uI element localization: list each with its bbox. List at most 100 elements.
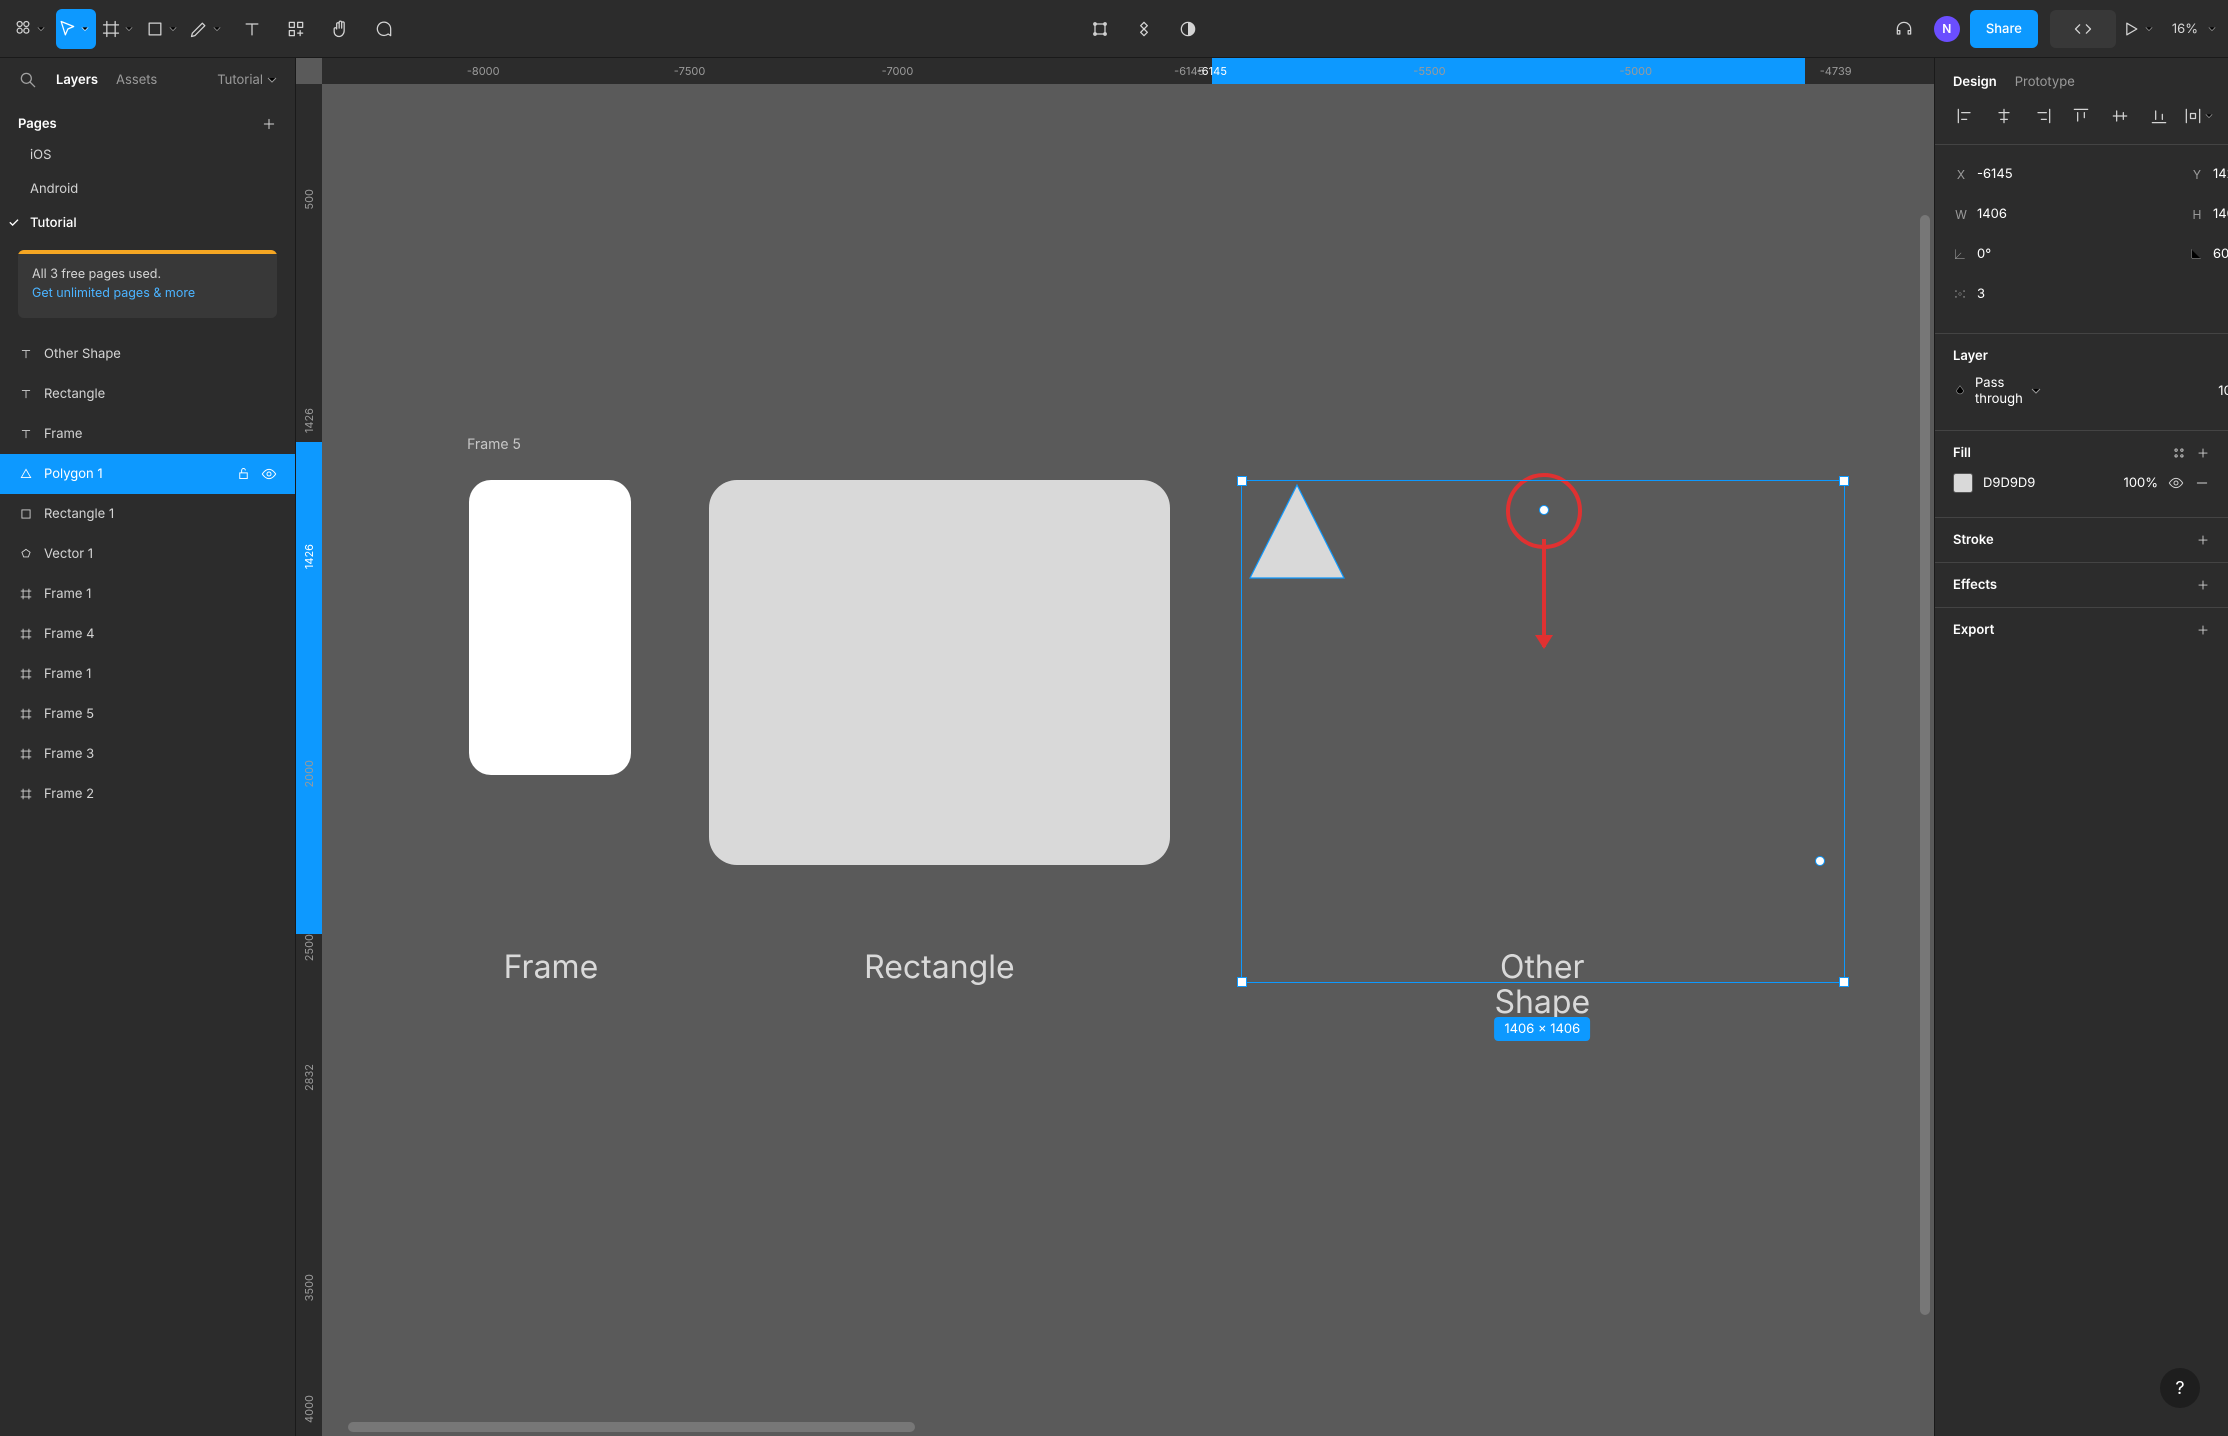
layer-row[interactable]: Frame 3 xyxy=(0,734,295,774)
align-top-button[interactable] xyxy=(2065,102,2097,130)
selection-handle[interactable] xyxy=(1839,476,1849,486)
scrollbar-vertical[interactable] xyxy=(1920,110,1930,1420)
distribute-button[interactable] xyxy=(2182,102,2214,130)
chevron-down-icon xyxy=(2031,386,2041,396)
caption-text: Shape xyxy=(1494,982,1590,1021)
polygon-sides-icon xyxy=(1953,287,1967,301)
layer-row[interactable]: Other Shape xyxy=(0,334,295,374)
layer-row[interactable]: Frame 1 xyxy=(0,654,295,694)
layer-row[interactable]: Frame 1 xyxy=(0,574,295,614)
selection-handle[interactable] xyxy=(1839,977,1849,987)
canvas-caption-rectangle[interactable]: Rectangle xyxy=(864,949,1015,984)
scrollbar-thumb[interactable] xyxy=(348,1422,915,1432)
avatar[interactable]: N xyxy=(1934,16,1960,42)
y-input[interactable] xyxy=(2213,166,2228,182)
fill-color-chip[interactable] xyxy=(1953,473,1973,493)
pen-tool-button[interactable] xyxy=(188,9,228,49)
plus-icon[interactable] xyxy=(2196,623,2210,637)
search-icon[interactable] xyxy=(18,70,38,90)
layer-opacity-input[interactable] xyxy=(2051,383,2228,399)
voice-button[interactable] xyxy=(1884,9,1924,49)
shape-tool-button[interactable] xyxy=(144,9,184,49)
layer-row[interactable]: Polygon 1 xyxy=(0,454,295,494)
layer-row[interactable]: Frame 2 xyxy=(0,774,295,814)
tab-assets[interactable]: Assets xyxy=(116,72,157,88)
layer-name: Frame 1 xyxy=(44,666,91,682)
ruler-selection xyxy=(1212,58,1805,84)
selection-handle[interactable] xyxy=(1237,977,1247,987)
add-page-icon[interactable] xyxy=(261,116,277,132)
scrollbar-thumb[interactable] xyxy=(1920,215,1930,1315)
align-selection-button[interactable] xyxy=(1080,9,1120,49)
share-button[interactable]: Share xyxy=(1970,10,2038,48)
eye-icon[interactable] xyxy=(2168,475,2184,491)
dev-mode-toggle[interactable] xyxy=(2050,10,2116,48)
fill-section-title: Fill xyxy=(1953,445,1971,461)
frame-tool-button[interactable] xyxy=(100,9,140,49)
eye-icon[interactable] xyxy=(261,466,277,482)
resources-button[interactable] xyxy=(276,9,316,49)
align-left-button[interactable] xyxy=(1949,102,1981,130)
layer-row[interactable]: Frame 4 xyxy=(0,614,295,654)
move-tool-button[interactable] xyxy=(56,9,96,49)
caption-text: Other xyxy=(1500,947,1585,986)
styles-icon[interactable] xyxy=(2172,446,2186,460)
radius-input[interactable] xyxy=(2213,246,2228,262)
hand-tool-button[interactable] xyxy=(320,9,360,49)
selection-handle[interactable] xyxy=(1237,476,1247,486)
layer-row[interactable]: Frame xyxy=(0,414,295,454)
x-input[interactable] xyxy=(1977,166,2179,182)
fill-opacity-input[interactable] xyxy=(2108,475,2158,491)
chevron-down-icon xyxy=(267,75,277,85)
upsell-link[interactable]: Get unlimited pages & more xyxy=(32,286,195,301)
canvas-frame-shape[interactable] xyxy=(469,480,632,775)
rotation-label xyxy=(1953,247,1969,261)
layer-row[interactable]: Rectangle xyxy=(0,374,295,414)
align-right-button[interactable] xyxy=(2027,102,2059,130)
upsell-card: All 3 free pages used. Get unlimited pag… xyxy=(18,250,277,318)
comment-tool-button[interactable] xyxy=(364,9,404,49)
main-menu-button[interactable] xyxy=(12,9,52,49)
text-tool-button[interactable] xyxy=(232,9,272,49)
help-button[interactable]: ? xyxy=(2160,1368,2200,1408)
w-input[interactable] xyxy=(1977,206,2179,222)
h-input[interactable] xyxy=(2213,206,2228,222)
layer-row[interactable]: Vector 1 xyxy=(0,534,295,574)
component-button[interactable] xyxy=(1124,9,1164,49)
plus-icon[interactable] xyxy=(2196,578,2210,592)
layer-row[interactable]: Frame 5 xyxy=(0,694,295,734)
page-item[interactable]: iOS xyxy=(0,138,295,172)
tab-prototype[interactable]: Prototype xyxy=(2015,74,2075,90)
ruler-selection-label: 1426 xyxy=(296,544,322,569)
present-button[interactable] xyxy=(2120,9,2160,49)
stage[interactable]: Frame 5 Frame Rectangle Other Shape 1406… xyxy=(322,84,1934,1436)
canvas-caption-other[interactable]: Other Shape xyxy=(1494,949,1590,1019)
canvas[interactable]: -8000-7500-7000-6145-5500-5000-4739-6145… xyxy=(296,58,1934,1436)
tab-layers[interactable]: Layers xyxy=(56,72,98,88)
page-item[interactable]: Tutorial xyxy=(0,206,295,240)
rotation-input[interactable] xyxy=(1977,246,2179,262)
minus-icon[interactable] xyxy=(2194,475,2210,491)
blend-mode-select[interactable]: Pass through xyxy=(1975,375,2023,407)
plus-icon[interactable] xyxy=(2196,446,2210,460)
lock-icon[interactable] xyxy=(236,466,251,481)
plus-icon[interactable] xyxy=(2196,533,2210,547)
align-bottom-button[interactable] xyxy=(2143,102,2175,130)
page-item[interactable]: Android xyxy=(0,172,295,206)
align-hcenter-button[interactable] xyxy=(1988,102,2020,130)
zoom-control[interactable]: 16% xyxy=(2172,21,2216,37)
x-label: X xyxy=(1953,167,1969,182)
mask-button[interactable] xyxy=(1168,9,1208,49)
fill-hex-input[interactable]: D9D9D9 xyxy=(1983,475,2098,491)
file-name-dropdown[interactable]: Tutorial xyxy=(217,72,277,88)
canvas-rectangle-shape[interactable] xyxy=(709,480,1170,865)
ruler-tick: -5500 xyxy=(1413,58,1445,84)
align-vcenter-button[interactable] xyxy=(2104,102,2136,130)
sides-input[interactable] xyxy=(1977,286,2179,302)
angle-icon xyxy=(1953,247,1967,261)
frame-name-label[interactable]: Frame 5 xyxy=(467,436,521,453)
canvas-caption-frame[interactable]: Frame xyxy=(504,949,599,984)
layer-row[interactable]: Rectangle 1 xyxy=(0,494,295,534)
scrollbar-horizontal[interactable] xyxy=(348,1422,1922,1432)
tab-design[interactable]: Design xyxy=(1953,74,1997,90)
